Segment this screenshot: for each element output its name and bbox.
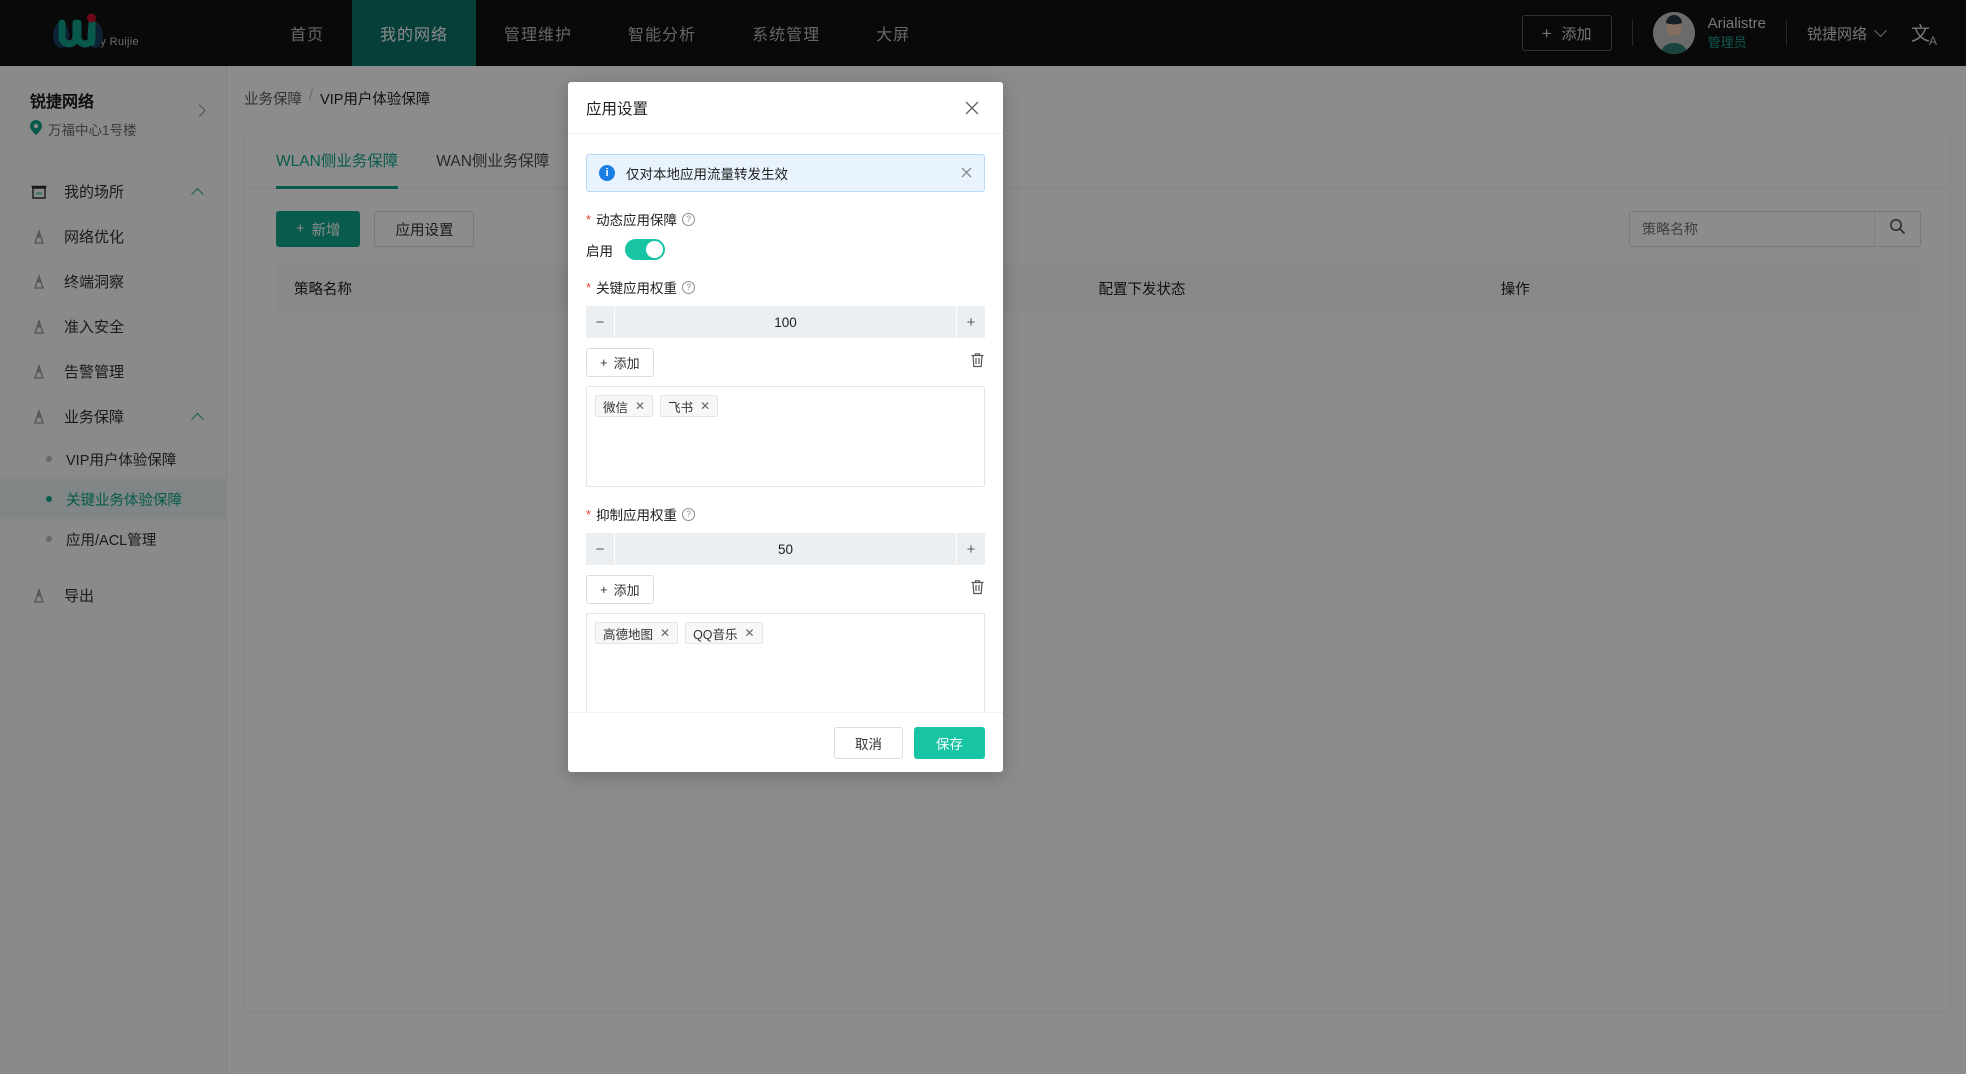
tag-label: 微信 [603,400,629,415]
tag-chip[interactable]: 高德地图 ✕ [595,622,679,644]
plus-icon: + [600,582,608,597]
tag-label: 飞书 [668,400,694,415]
suppress-app-tag-box[interactable]: 高德地图 ✕ QQ音乐 ✕ [586,613,985,712]
suppress-app-weight-stepper: − 50 + [586,533,985,565]
dynamic-guard-toggle[interactable] [625,239,665,260]
trash-icon[interactable] [970,352,985,373]
increment-button[interactable]: + [957,533,985,565]
key-app-add-button[interactable]: + 添加 [586,348,654,377]
question-icon[interactable]: ? [682,507,696,521]
decrement-button[interactable]: − [586,533,614,565]
key-app-weight-label-row: * 关键应用权重 ? [586,277,985,297]
close-icon[interactable] [961,165,972,181]
key-app-weight-label: 关键应用权重 [596,281,678,296]
key-app-add-row: + 添加 [586,348,985,377]
info-banner: i 仅对本地应用流量转发生效 [586,154,985,192]
app-root: by Ruijie 首页 我的网络 管理维护 智能分析 系统管理 大屏 + 添加 [0,0,1966,1074]
decrement-button[interactable]: − [586,306,614,338]
close-icon[interactable]: ✕ [660,627,670,639]
key-app-tag-box[interactable]: 微信 ✕ 飞书 ✕ [586,386,985,487]
dialog-body: i 仅对本地应用流量转发生效 * 动态应用保障 ? 启用 * 关键应用权重 ? … [568,134,1003,712]
suppress-app-add-label: 添加 [613,583,640,598]
dynamic-guard-label-row: * 动态应用保障 ? [586,209,985,229]
suppress-app-add-row: + 添加 [586,575,985,604]
info-banner-text: 仅对本地应用流量转发生效 [626,167,788,182]
dialog-header: 应用设置 [568,82,1003,134]
question-icon[interactable]: ? [682,212,696,226]
suppress-app-weight-value[interactable]: 50 [615,533,956,565]
close-icon[interactable] [961,97,983,119]
close-icon[interactable]: ✕ [745,627,755,639]
tag-label: 高德地图 [603,627,654,642]
key-app-weight-stepper: − 100 + [586,306,985,338]
toggle-label: 启用 [586,243,613,259]
dialog-title: 应用设置 [586,100,649,118]
tag-label: QQ音乐 [693,627,738,642]
required-asterisk: * [586,506,592,522]
required-asterisk: * [586,211,592,227]
dynamic-guard-label: 动态应用保障 [596,213,678,228]
dynamic-guard-toggle-row: 启用 [586,239,985,260]
dialog-footer: 取消 保存 [568,712,1003,772]
tag-chip[interactable]: QQ音乐 ✕ [685,622,763,644]
suppress-app-weight-label-row: * 抑制应用权重 ? [586,504,985,524]
toggle-knob [646,241,663,258]
app-settings-dialog: 应用设置 i 仅对本地应用流量转发生效 * 动态应用保障 ? 启用 * 关键应用… [568,82,1003,772]
close-icon[interactable]: ✕ [700,400,710,412]
question-icon[interactable]: ? [682,280,696,294]
tag-chip[interactable]: 飞书 ✕ [660,395,719,417]
trash-icon[interactable] [970,579,985,600]
cancel-button[interactable]: 取消 [834,726,903,759]
save-button[interactable]: 保存 [914,726,985,759]
increment-button[interactable]: + [957,306,985,338]
plus-icon: + [600,355,608,370]
key-app-add-label: 添加 [613,356,640,371]
info-icon: i [599,165,615,181]
required-asterisk: * [586,279,592,295]
suppress-app-weight-label: 抑制应用权重 [596,508,678,523]
close-icon[interactable]: ✕ [635,400,645,412]
suppress-app-add-button[interactable]: + 添加 [586,575,654,604]
tag-chip[interactable]: 微信 ✕ [595,395,654,417]
key-app-weight-value[interactable]: 100 [615,306,956,338]
